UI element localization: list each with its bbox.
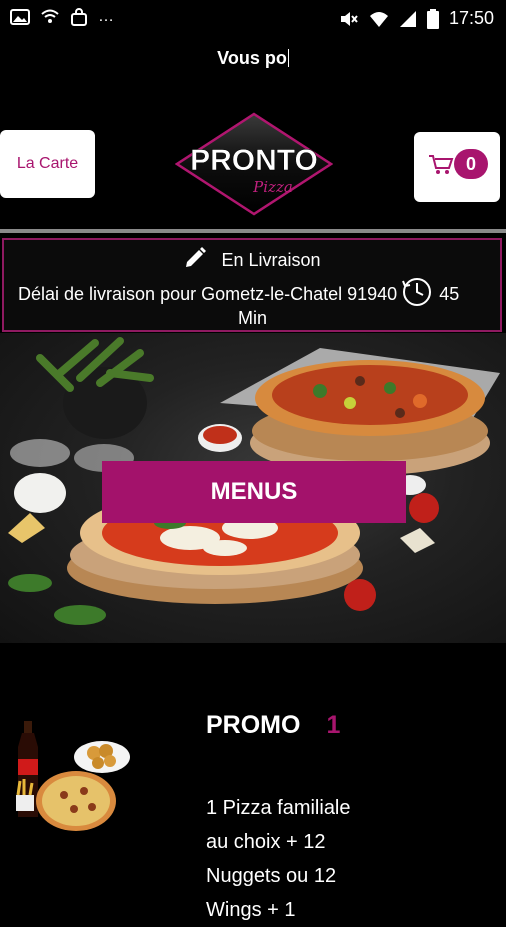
promo-product-image — [16, 721, 130, 831]
cart-count-badge: 0 — [454, 149, 488, 179]
gallery-icon — [10, 9, 30, 25]
delivery-mode: En Livraison — [221, 250, 321, 270]
header: La Carte PRONTO Pizza 0 — [0, 100, 506, 230]
delivery-unit: Min — [238, 308, 268, 328]
promo-description: 1 Pizza familiale au choix + 12 Nuggets … — [206, 797, 351, 921]
menus-button[interactable]: MENUS — [102, 461, 406, 523]
delivery-info-panel[interactable]: En Livraison Délai de livraison pour Gom… — [2, 238, 502, 332]
promo-card[interactable]: PROMO 1 1 Pizza familiale au choix + 12 N… — [0, 643, 506, 921]
clock-icon — [402, 278, 432, 306]
cart-button[interactable]: 0 — [414, 132, 500, 202]
promo-title: PROMO — [206, 711, 301, 739]
pencil-icon[interactable] — [183, 246, 207, 270]
pronto-pizza-logo[interactable]: PRONTO Pizza — [175, 112, 333, 216]
text-cursor — [287, 49, 289, 67]
wifi-icon — [369, 11, 388, 27]
bag-icon — [71, 8, 87, 26]
delivery-minutes: 45 — [439, 284, 460, 304]
battery-icon — [426, 8, 439, 29]
wifi-settings-icon — [41, 9, 59, 23]
promo-number: 1 — [326, 711, 341, 739]
top-banner: Vous po — [0, 36, 506, 80]
hero-pizza-image: MENUS — [0, 333, 506, 643]
logo-subtext: Pizza — [252, 178, 293, 196]
cart-icon — [429, 155, 454, 174]
mute-icon — [340, 11, 358, 26]
la-carte-button[interactable]: La Carte — [0, 130, 95, 198]
marquee-text: Vous po — [217, 48, 287, 68]
la-carte-label: La Carte — [16, 155, 79, 172]
logo-text: PRONTO — [190, 144, 318, 177]
delivery-delay-text: Délai de livraison pour Gometz-le-Chatel… — [18, 284, 398, 304]
more-dots-icon: … — [98, 8, 114, 25]
header-divider — [0, 229, 506, 233]
status-time: 17:50 — [448, 8, 494, 28]
signal-icon — [399, 10, 416, 27]
status-bar: … 17:50 — [0, 0, 506, 36]
